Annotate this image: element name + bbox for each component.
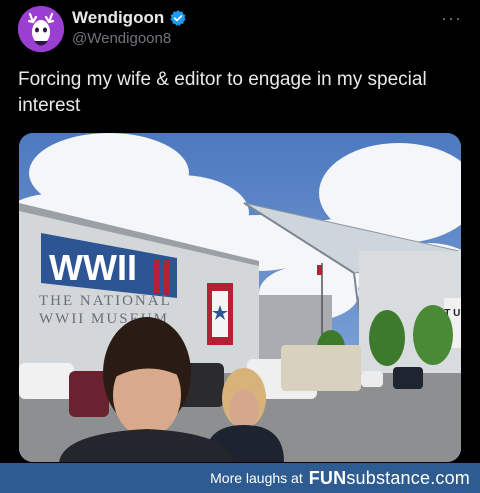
user-handle[interactable]: @Wendigoon8	[72, 30, 171, 47]
brand-bold: FUN	[308, 467, 347, 488]
brand-light: substance	[346, 467, 431, 488]
avatar[interactable]	[18, 6, 64, 52]
footer-brand[interactable]: FUNsubstance.com	[309, 468, 470, 489]
tweet-text: Forcing my wife & editor to engage in my…	[18, 69, 427, 116]
museum-photo: OT UR WWII THE NATIONAL WWII MUSEUM	[19, 133, 461, 462]
tweet-photo[interactable]: OT UR WWII THE NATIONAL WWII MUSEUM	[19, 133, 461, 462]
verified-badge-icon	[170, 10, 186, 26]
footer-tagline: More laughs at	[210, 470, 303, 486]
display-name[interactable]: Wendigoon	[72, 8, 164, 28]
deer-avatar-icon	[18, 6, 64, 52]
author-name-row: Wendigoon	[72, 8, 187, 28]
more-options-icon[interactable]: ···	[441, 8, 462, 29]
brand-suffix: .com	[430, 467, 470, 488]
footer-bar[interactable]: More laughs at FUNsubstance.com	[0, 463, 480, 493]
building-line1: THE NATIONAL	[39, 293, 172, 309]
banner-logo: WWII	[49, 247, 137, 288]
